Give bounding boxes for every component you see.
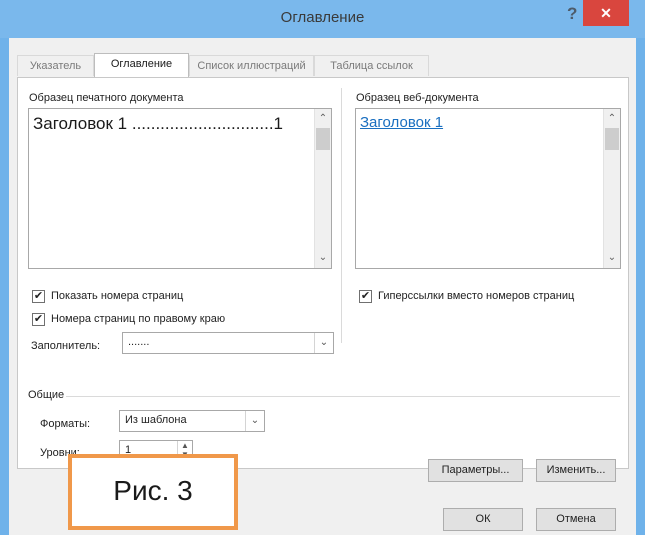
ok-button[interactable]: ОК (443, 508, 523, 531)
scroll-up-icon[interactable]: ⌃ (315, 111, 331, 127)
modify-button[interactable]: Изменить... (536, 459, 616, 482)
formats-label: Форматы: (40, 418, 91, 430)
print-page-number: 1 (273, 114, 284, 133)
close-button[interactable]: ✕ (583, 0, 629, 26)
formats-value: Из шаблона (125, 414, 187, 426)
cancel-button[interactable]: Отмена (536, 508, 616, 531)
web-preview-scrollbar[interactable]: ⌃ ⌄ (603, 109, 620, 268)
tab-citations[interactable]: Таблица ссылок (314, 55, 429, 76)
print-preview-box[interactable]: Заголовок 1 ............................… (28, 108, 332, 269)
filler-value: ....... (128, 336, 150, 348)
print-heading: Заголовок 1 (33, 114, 128, 133)
show-page-numbers-checkbox[interactable]: ✔ (32, 290, 45, 303)
show-page-numbers-label: Показать номера страниц (51, 290, 184, 302)
tab-panel: Образец печатного документа Заголовок 1 … (17, 77, 629, 469)
tab-toc[interactable]: Оглавление (94, 53, 189, 77)
hyperlinks-checkbox[interactable]: ✔ (359, 290, 372, 303)
title-bar[interactable]: Оглавление ? ✕ (0, 0, 645, 38)
help-button[interactable]: ? (567, 4, 577, 24)
web-preview-label: Образец веб-документа (356, 92, 479, 104)
general-divider (66, 396, 620, 397)
parameters-button[interactable]: Параметры... (428, 459, 523, 482)
scroll-down-icon[interactable]: ⌄ (315, 250, 331, 266)
tab-figures[interactable]: Список иллюстраций (189, 55, 314, 76)
column-divider (341, 88, 342, 343)
general-label: Общие (28, 389, 65, 401)
chevron-down-icon[interactable]: ⌄ (314, 333, 333, 353)
formats-select[interactable]: Из шаблона ⌄ (119, 410, 265, 432)
web-preview-link[interactable]: Заголовок 1 (360, 114, 443, 131)
figure-caption: Рис. 3 (68, 454, 238, 530)
scroll-down-icon[interactable]: ⌄ (604, 250, 620, 266)
scroll-thumb[interactable] (316, 128, 330, 150)
print-preview-entry: Заголовок 1 ............................… (33, 114, 283, 134)
print-preview-label: Образец печатного документа (29, 92, 184, 104)
web-preview-box[interactable]: Заголовок 1 ⌃ ⌄ (355, 108, 621, 269)
hyperlinks-label: Гиперссылки вместо номеров страниц (378, 290, 575, 302)
scroll-thumb[interactable] (605, 128, 619, 150)
print-preview-scrollbar[interactable]: ⌃ ⌄ (314, 109, 331, 268)
print-leader: .............................. (131, 114, 274, 133)
tab-index[interactable]: Указатель (17, 55, 94, 76)
right-align-checkbox[interactable]: ✔ (32, 313, 45, 326)
filler-label: Заполнитель: (31, 340, 101, 352)
filler-select[interactable]: ....... ⌄ (122, 332, 334, 354)
dialog-title: Оглавление (280, 9, 365, 26)
scroll-up-icon[interactable]: ⌃ (604, 111, 620, 127)
right-align-label: Номера страниц по правому краю (51, 313, 226, 325)
chevron-down-icon[interactable]: ⌄ (245, 411, 264, 431)
